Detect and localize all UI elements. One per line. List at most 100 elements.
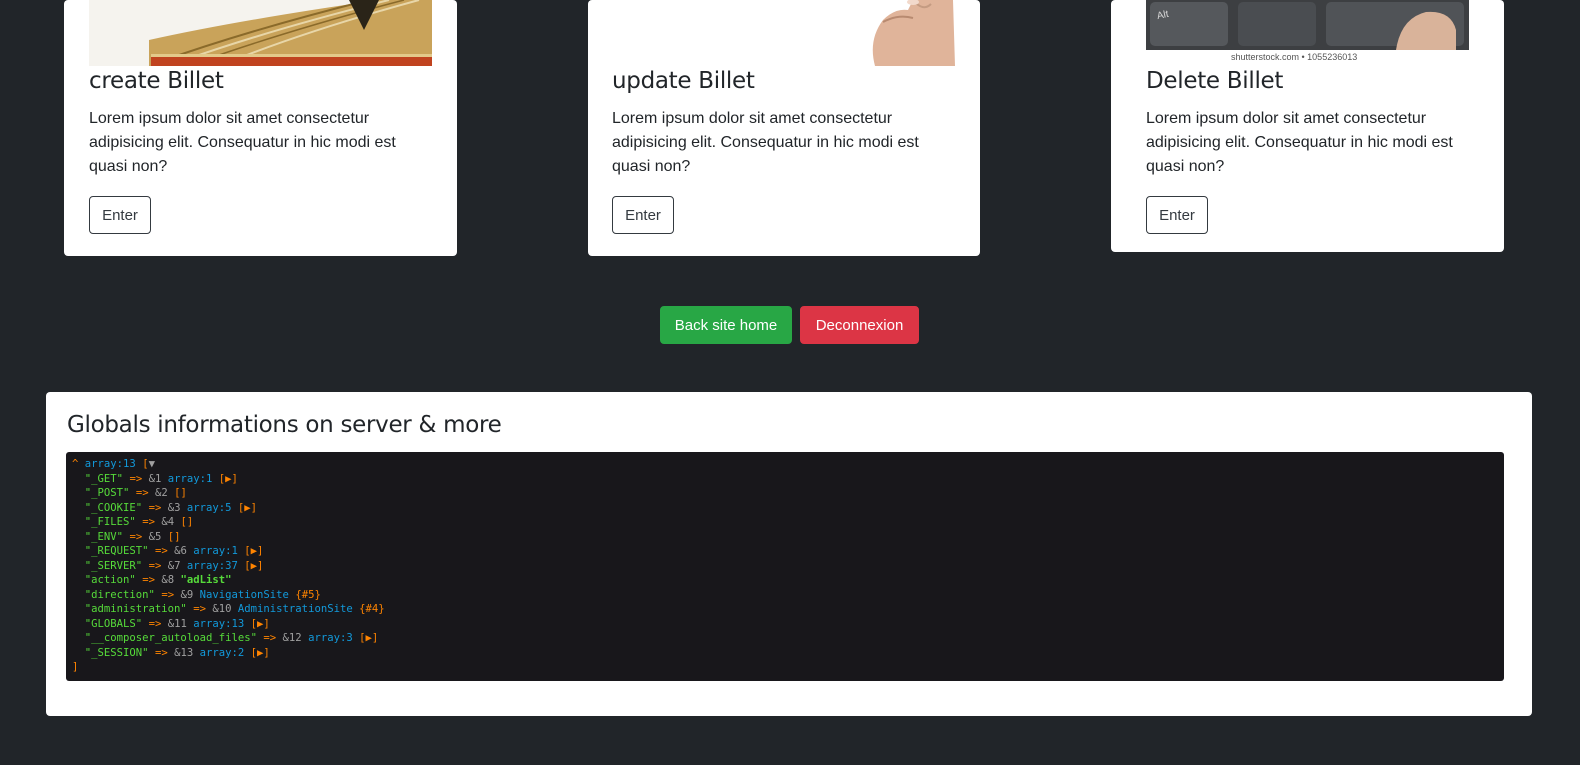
dump-ref: &2 xyxy=(154,487,168,499)
dump-line: "direction" => &9 NavigationSite {#5} xyxy=(72,588,1498,603)
dump-arrow: => xyxy=(148,617,162,630)
open-book-icon xyxy=(89,0,432,66)
dump-key: "_FILES" xyxy=(84,516,136,528)
dump-bracket: [] xyxy=(174,487,187,499)
dump-ref: &13 xyxy=(174,646,194,659)
dump-ref: &3 xyxy=(167,501,181,514)
card-title: Delete Billet xyxy=(1146,68,1284,94)
enter-button[interactable]: Enter xyxy=(612,196,674,234)
dump-line: "GLOBALS" => &11 array:13 [▶] xyxy=(72,617,1498,632)
globals-panel: Globals informations on server & more ^ … xyxy=(46,392,1532,716)
card-text: Lorem ipsum dolor sit amet consectetur a… xyxy=(612,110,919,175)
dump-type: array:1 xyxy=(193,545,238,557)
dump-line: "_GET" => &1 array:1 [▶] xyxy=(72,472,1498,487)
dump-line: "_COOKIE" => &3 array:5 [▶] xyxy=(72,501,1498,516)
dump-ref: &9 xyxy=(180,588,194,601)
dump-type: array:3 xyxy=(308,632,353,644)
dump-ref: &12 xyxy=(282,632,302,644)
card-title: create Billet xyxy=(89,68,224,94)
book-image xyxy=(89,0,432,66)
dump-arrow: => xyxy=(263,632,277,644)
dump-key: "action" xyxy=(84,574,136,586)
dump-close: ] xyxy=(72,661,79,673)
card-update-billet: update Billet Lorem ipsum dolor sit amet… xyxy=(588,0,980,256)
dump-ref: &8 xyxy=(161,574,175,586)
dump-arrow: => xyxy=(193,603,206,615)
dump-type: array:37 xyxy=(186,559,238,572)
expand-toggle[interactable]: [▶] xyxy=(244,560,263,572)
dump-line: "_SERVER" => &7 array:37 [▶] xyxy=(72,559,1498,574)
dump-line: "_FILES" => &4 [] xyxy=(72,515,1498,530)
card-create-billet: create Billet Lorem ipsum dolor sit amet… xyxy=(64,0,457,256)
expand-toggle[interactable]: [▶] xyxy=(238,502,257,514)
dump-ref: &4 xyxy=(161,516,175,528)
dump-arrow: => xyxy=(154,545,168,557)
card-text: Lorem ipsum dolor sit amet consectetur a… xyxy=(89,110,396,175)
var-dump: ^ array:13 [▼ "_GET" => &1 array:1 [▶] "… xyxy=(66,452,1504,681)
dump-key: "_COOKIE" xyxy=(84,501,143,514)
dump-key: "GLOBALS" xyxy=(84,617,143,630)
collapse-toggle-icon[interactable]: ▼ xyxy=(149,458,155,470)
dump-arrow: => xyxy=(154,646,168,659)
dump-ref: &10 xyxy=(212,603,232,615)
dump-ref: &11 xyxy=(167,617,187,630)
dump-line: "_REQUEST" => &6 array:1 [▶] xyxy=(72,544,1498,559)
dump-line: "action" => &8 "adList" xyxy=(72,573,1498,588)
dump-bracket: [] xyxy=(167,530,181,543)
globals-title: Globals informations on server & more xyxy=(67,412,502,438)
expand-toggle[interactable]: [▶] xyxy=(251,647,270,659)
dump-arrow: => xyxy=(142,516,155,528)
expand-toggle[interactable]: [▶] xyxy=(359,632,378,644)
dump-line: "administration" => &10 AdministrationSi… xyxy=(72,602,1498,617)
dump-type: array:13 xyxy=(84,458,136,470)
dump-line: "_ENV" => &5 [] xyxy=(72,530,1498,545)
dump-arrow: => xyxy=(135,487,149,499)
dump-key: "administration" xyxy=(84,603,187,615)
dump-bracket: {#4} xyxy=(359,603,385,615)
hand-icon xyxy=(613,0,955,66)
dump-line: "_SESSION" => &13 array:2 [▶] xyxy=(72,646,1498,661)
dump-string: "adList" xyxy=(180,574,232,586)
dump-key: "_SESSION" xyxy=(84,646,149,659)
enter-button[interactable]: Enter xyxy=(89,196,151,234)
card-text: Lorem ipsum dolor sit amet consectetur a… xyxy=(1146,110,1453,175)
logout-button[interactable]: Deconnexion xyxy=(800,306,919,344)
dump-type: array:5 xyxy=(186,501,232,514)
keyboard-image: Alt shutterstock.com • 1055236013 xyxy=(1146,0,1469,66)
dump-key: "_ENV" xyxy=(84,530,124,543)
dump-key: "_SERVER" xyxy=(84,559,143,572)
dump-arrow: => xyxy=(142,574,155,586)
image-caption: shutterstock.com • 1055236013 xyxy=(1231,52,1358,62)
dump-type: AdministrationSite xyxy=(237,603,353,615)
enter-button[interactable]: Enter xyxy=(1146,196,1208,234)
dump-arrow: => xyxy=(148,559,162,572)
dump-key: "__composer_autoload_files" xyxy=(84,632,257,644)
dump-bracket: {#5} xyxy=(295,588,321,601)
dump-arrow: => xyxy=(161,588,175,601)
card-delete-billet: Alt shutterstock.com • 1055236013 Delete… xyxy=(1111,0,1504,252)
expand-toggle[interactable]: [▶] xyxy=(244,545,263,557)
dump-type: array:13 xyxy=(193,617,245,630)
expand-toggle[interactable]: [▶] xyxy=(251,618,270,630)
dump-line: "_POST" => &2 [] xyxy=(72,486,1498,501)
dump-key: "_REQUEST" xyxy=(84,545,149,557)
hand-image xyxy=(613,0,955,66)
dump-key: "_GET" xyxy=(84,472,124,485)
dump-caret[interactable]: ^ xyxy=(72,458,78,470)
dump-bracket: [] xyxy=(180,516,194,528)
dump-ref: &1 xyxy=(148,472,162,485)
dump-ref: &5 xyxy=(148,530,162,543)
dump-arrow: => xyxy=(129,472,143,485)
dump-arrow: => xyxy=(129,530,143,543)
dump-key: "_POST" xyxy=(84,487,130,499)
dump-arrow: => xyxy=(148,501,162,514)
dump-type: NavigationSite xyxy=(199,588,289,601)
dump-head: ^ array:13 [▼ xyxy=(72,457,1498,472)
dump-ref: &6 xyxy=(174,545,187,557)
dump-key: "direction" xyxy=(84,588,155,601)
expand-toggle[interactable]: [▶] xyxy=(219,473,238,485)
dump-type: array:1 xyxy=(167,472,213,485)
dump-line: "__composer_autoload_files" => &12 array… xyxy=(72,631,1498,646)
back-site-home-button[interactable]: Back site home xyxy=(660,306,792,344)
dump-ref: &7 xyxy=(167,559,181,572)
